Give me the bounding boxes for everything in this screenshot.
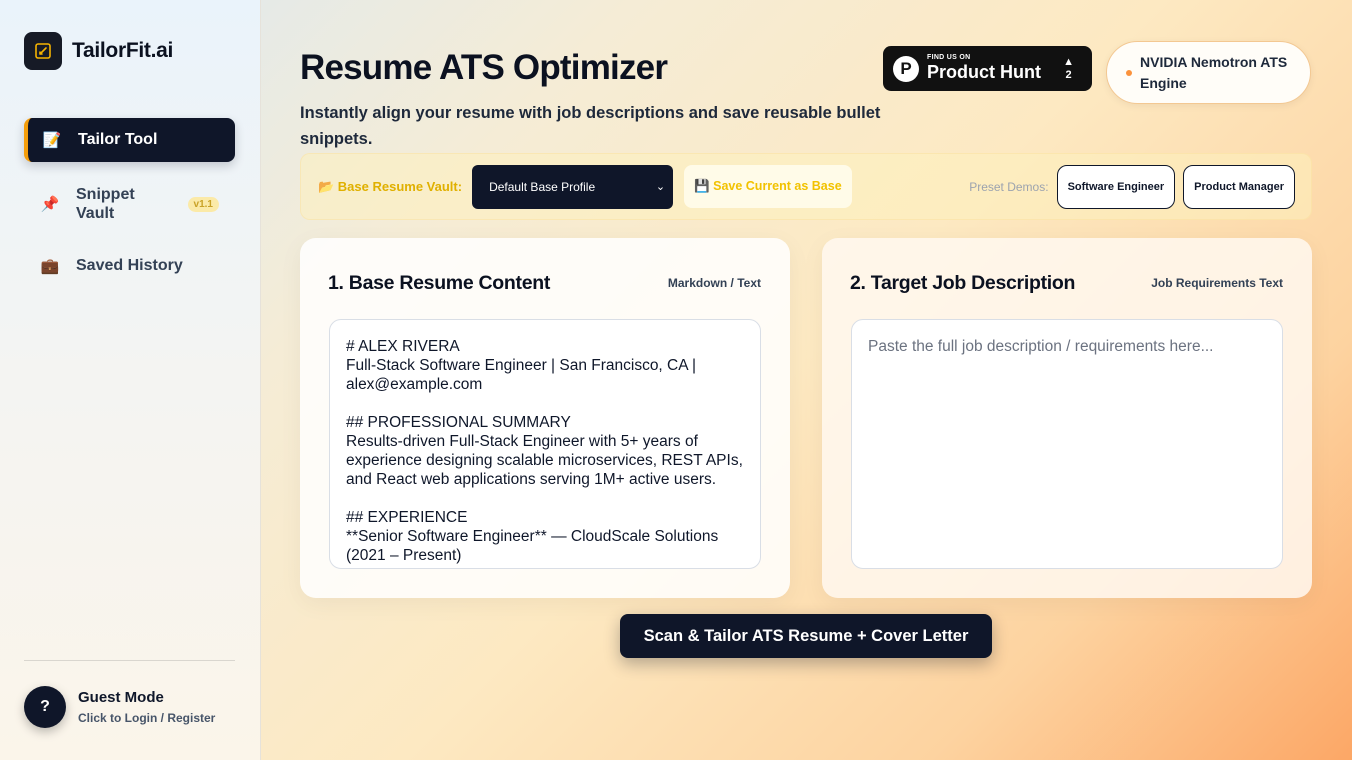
base-resume-vault-bar: 📂 Base Resume Vault: Default Base Profil… bbox=[300, 153, 1312, 220]
product-hunt-logo-icon: P bbox=[893, 55, 919, 82]
sidebar-item-label: Saved History bbox=[76, 257, 183, 274]
sidebar-item-tailor-tool[interactable]: 📝 Tailor Tool bbox=[24, 118, 235, 162]
upvote-number: 2 bbox=[1065, 68, 1072, 81]
sidebar: TailorFit.ai 📝 Tailor Tool 📌 Snippet Vau… bbox=[0, 0, 261, 760]
brand-name: TailorFit.ai bbox=[72, 39, 174, 62]
base-resume-card: 1. Base Resume Content Markdown / Text #… bbox=[300, 238, 790, 598]
product-hunt-badge[interactable]: P FIND US ON Product Hunt ▲ 2 bbox=[883, 46, 1092, 91]
job-description-textarea[interactable]: Paste the full job description / require… bbox=[851, 319, 1283, 569]
version-badge: v1.1 bbox=[187, 196, 219, 212]
briefcase-icon: 💼 bbox=[40, 258, 60, 275]
avatar: ? bbox=[24, 686, 66, 728]
memo-icon: 📝 bbox=[42, 132, 62, 149]
upvote-count: ▲ 2 bbox=[1063, 56, 1074, 82]
guest-subtitle: Click to Login / Register bbox=[78, 711, 216, 725]
status-dot-icon bbox=[1126, 69, 1132, 76]
engine-name: NVIDIA Nemotron ATS Engine bbox=[1140, 53, 1288, 91]
job-description-card: 2. Target Job Description Job Requiremen… bbox=[822, 238, 1312, 598]
guest-login[interactable]: ? Guest Mode Click to Login / Register bbox=[24, 686, 215, 728]
base-resume-title: 1. Base Resume Content bbox=[328, 272, 551, 294]
preset-product-manager-button[interactable]: Product Manager bbox=[1183, 164, 1295, 209]
pushpin-icon: 📌 bbox=[40, 196, 60, 213]
base-resume-textarea[interactable]: # ALEX RIVERA Full-Stack Software Engine… bbox=[329, 319, 761, 569]
preset-demos-label: Preset Demos: bbox=[969, 179, 1049, 194]
pen-square-icon bbox=[24, 32, 62, 70]
engine-status-pill: NVIDIA Nemotron ATS Engine bbox=[1106, 41, 1311, 104]
job-description-format-tag: Job Requirements Text bbox=[1151, 276, 1283, 290]
vault-label: 📂 Base Resume Vault: bbox=[318, 178, 463, 194]
page-subtitle: Instantly align your resume with job des… bbox=[300, 104, 881, 148]
base-profile-selected: Default Base Profile bbox=[489, 179, 596, 194]
save-current-as-base-button[interactable]: 💾 Save Current as Base bbox=[684, 165, 852, 208]
product-hunt-caption: FIND US ON bbox=[927, 54, 971, 61]
brand[interactable]: TailorFit.ai bbox=[24, 32, 173, 70]
sidebar-item-saved-history[interactable]: 💼 Saved History bbox=[24, 256, 235, 276]
scan-and-tailor-button[interactable]: Scan & Tailor ATS Resume + Cover Letter bbox=[620, 614, 992, 658]
product-hunt-name: Product Hunt bbox=[927, 62, 1041, 82]
job-description-title: 2. Target Job Description bbox=[850, 272, 1076, 294]
base-resume-format-tag: Markdown / Text bbox=[667, 276, 761, 290]
upvote-arrow-icon: ▲ bbox=[1063, 55, 1074, 68]
sidebar-divider bbox=[24, 660, 235, 661]
chevron-down-icon: ⌄ bbox=[655, 181, 666, 193]
preset-software-engineer-button[interactable]: Software Engineer bbox=[1056, 164, 1176, 209]
page-title: Resume ATS Optimizer bbox=[300, 48, 668, 87]
sidebar-item-label: Tailor Tool bbox=[78, 131, 158, 148]
sidebar-item-label: Snippet Vault bbox=[76, 186, 135, 222]
sidebar-item-snippet-vault[interactable]: 📌 Snippet Vault v1.1 bbox=[24, 184, 235, 224]
guest-title: Guest Mode bbox=[78, 689, 164, 706]
base-profile-select[interactable]: Default Base Profile ⌄ bbox=[472, 164, 674, 209]
